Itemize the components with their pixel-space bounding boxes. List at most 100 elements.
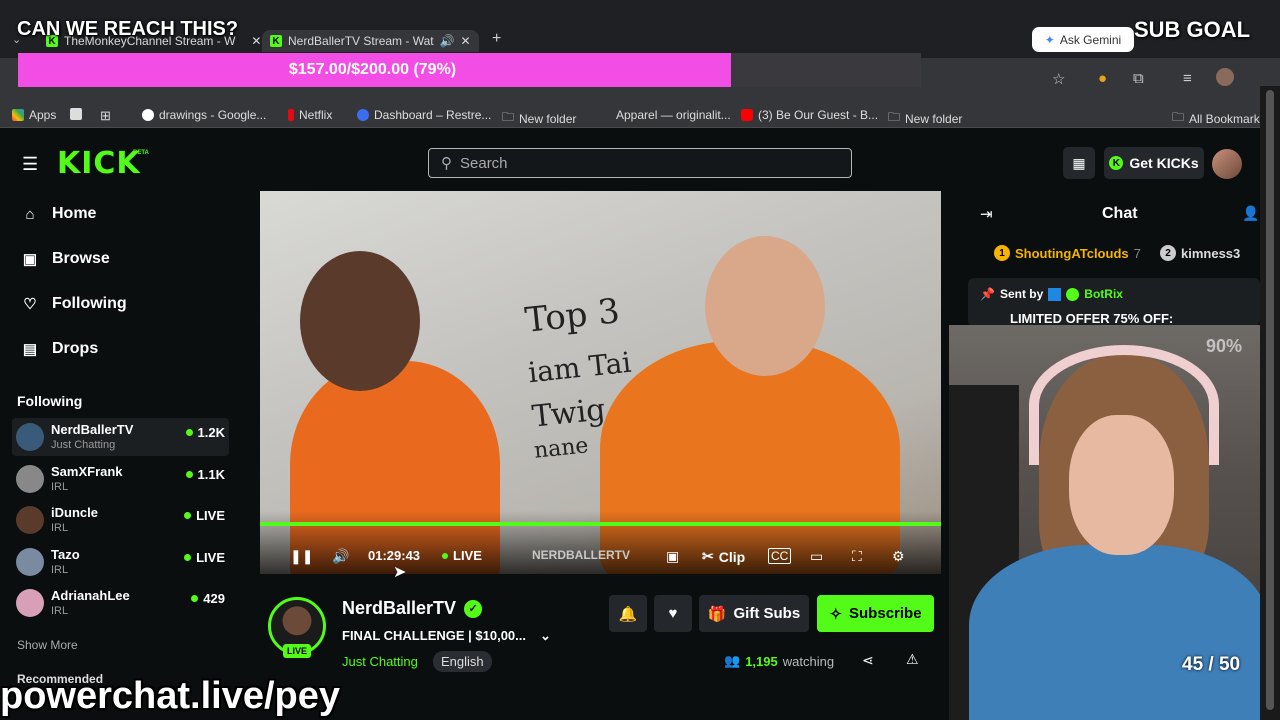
bookmark-apparel[interactable]: Apparel — originalit...: [616, 108, 731, 122]
channel-category: IRL: [51, 564, 69, 576]
viewer-count-value: LIVE: [196, 508, 225, 523]
live-dot-icon: [185, 471, 193, 478]
subscribe-button[interactable]: ✧ Subscribe: [817, 595, 934, 632]
followed-channel-tazo[interactable]: Tazo IRL LIVE: [12, 543, 229, 581]
bookmark-folder-2[interactable]: 🗀 New folder: [888, 108, 962, 129]
extensions-puzzle-icon[interactable]: ⧉: [1133, 70, 1144, 87]
viewer-count: 429: [191, 591, 225, 606]
channel-name: Tazo: [51, 547, 80, 562]
language-tag[interactable]: English: [433, 651, 492, 672]
theater-mode-icon[interactable]: ▣: [666, 548, 679, 565]
gift-subs-button[interactable]: 🎁 Gift Subs: [699, 595, 809, 632]
beta-tag: BETA: [133, 150, 149, 156]
clip-button[interactable]: ✂ Clip: [702, 548, 745, 565]
sidebar-item-drops[interactable]: ▤ Drops: [22, 340, 98, 358]
sidebar-item-browse[interactable]: ▣ Browse: [22, 250, 110, 268]
bookmark-all[interactable]: 🗀 All Bookmarks: [1172, 108, 1266, 129]
ask-gemini-button[interactable]: ✦ Ask Gemini: [1032, 27, 1134, 52]
tab-groups-icon[interactable]: ⊞: [100, 108, 111, 124]
followed-channel-samxfrank[interactable]: SamXFrank IRL 1.1K: [12, 460, 229, 498]
captions-icon[interactable]: CC: [768, 548, 792, 564]
streamer-name[interactable]: NerdBallerTV ✓: [342, 598, 483, 619]
report-warning-icon[interactable]: ⚠: [906, 651, 919, 668]
pause-icon[interactable]: ❚❚: [290, 548, 313, 565]
follow-button[interactable]: ♥: [654, 595, 692, 632]
sender-name: BotRix: [1084, 287, 1123, 301]
video-scrub-bar[interactable]: [260, 522, 941, 526]
settings-gear-icon[interactable]: ⚙: [892, 548, 905, 565]
avatar: [16, 548, 44, 576]
collapse-chat-icon[interactable]: ⇥: [980, 205, 993, 223]
top-gifter-1[interactable]: 1 ShoutingATclouds 7: [994, 245, 1141, 261]
user-avatar[interactable]: [1212, 149, 1242, 179]
layout-button[interactable]: ▦: [1063, 147, 1095, 179]
sidebar-item-following[interactable]: ♡ Following: [22, 295, 126, 313]
live-indicator[interactable]: LIVE: [442, 548, 482, 563]
nav-label: Drops: [52, 340, 99, 357]
profile-avatar[interactable]: [1216, 68, 1234, 86]
person-right-head: [705, 236, 825, 376]
bookmark-label: New folder: [905, 111, 963, 126]
channel-category: IRL: [51, 605, 69, 617]
video-player[interactable]: Top 3 iam Tai Twig nane ❚❚ 🔊 01:29:43 LI…: [260, 191, 941, 574]
viewer-count-value: 1.2K: [197, 425, 225, 440]
close-tab-icon[interactable]: ✕: [461, 34, 471, 48]
media-controls-icon[interactable]: ≡: [1183, 70, 1192, 87]
channel-watermark: NERDBALLERTV: [532, 548, 630, 562]
bookmark-label: drawings - Google...: [159, 108, 267, 122]
category-link[interactable]: Just Chatting: [342, 654, 418, 669]
bookmark-drawings[interactable]: drawings - Google...: [142, 108, 266, 122]
top-gifter-2[interactable]: 2 kimness3: [1160, 245, 1240, 261]
volume-icon[interactable]: 🔊: [332, 548, 349, 565]
page-scrollbar-thumb[interactable]: [1266, 90, 1274, 710]
avatar: [16, 589, 44, 617]
fullscreen-icon[interactable]: ⛶: [852, 548, 862, 565]
bookmark-star-icon[interactable]: ☆: [1052, 70, 1065, 88]
channel-name: NerdBallerTV: [51, 422, 134, 437]
miniplayer-icon[interactable]: ▭: [810, 548, 823, 565]
pinned-message-text: LIMITED OFFER 75% OFF:: [1010, 311, 1174, 326]
share-icon[interactable]: ⋖: [862, 652, 874, 669]
sidebar-item-home[interactable]: ⌂ Home: [22, 205, 96, 223]
notifications-button[interactable]: 🔔: [609, 595, 647, 632]
tab-nerdballertv[interactable]: K NerdBallerTV Stream - Wat 🔊 ✕: [262, 30, 479, 52]
netflix-icon: [288, 109, 294, 121]
apps-grid-icon: [12, 109, 24, 121]
heart-icon: ♡: [23, 296, 37, 313]
chevron-down-icon[interactable]: ⌄: [540, 628, 551, 644]
show-more-link[interactable]: Show More: [17, 638, 78, 652]
live-dot-icon: [442, 552, 448, 559]
sub-count-overlay: 45 / 50: [1182, 654, 1241, 675]
bookmark-label: Apparel — originalit...: [616, 108, 731, 122]
get-kicks-button[interactable]: K Get KICKs: [1104, 147, 1204, 179]
kick-logo[interactable]: KICK: [57, 146, 141, 181]
heart-icon: ♥: [668, 605, 678, 622]
overlay-sub-goal-label: SUB GOAL: [1134, 17, 1251, 42]
bookmark-restream[interactable]: Dashboard – Restre...: [357, 108, 491, 122]
live-dot-icon: [185, 429, 193, 436]
followed-channel-nerdballertv[interactable]: NerdBallerTV Just Chatting 1.2K: [12, 418, 229, 456]
star-icon: ✧: [829, 605, 843, 623]
viewer-count: 1.2K: [185, 425, 225, 440]
tab-label: NerdBallerTV Stream - Wat: [288, 34, 434, 48]
new-tab-icon[interactable]: +: [492, 30, 501, 48]
bookmark-folder-1[interactable]: 🗀 New folder: [502, 108, 576, 129]
pinned-message[interactable]: 📌 Sent by BotRix LIMITED OFFER 75% OFF:: [968, 278, 1260, 326]
followed-channel-adrianahlee[interactable]: AdrianahLee IRL 429: [12, 584, 229, 622]
bookmark-apps[interactable]: Apps: [12, 108, 56, 122]
bookmark-blank[interactable]: [70, 108, 82, 120]
search-input[interactable]: ⚲ Search: [428, 148, 852, 178]
live-dot-icon: [184, 554, 192, 561]
extension-icon[interactable]: ●: [1098, 70, 1107, 87]
rank-badge: 1: [994, 245, 1010, 261]
chat-users-icon[interactable]: 👤: [1242, 205, 1259, 222]
followed-channel-iduncle[interactable]: iDuncle IRL LIVE: [12, 501, 229, 539]
chat-title: Chat: [1102, 205, 1138, 222]
stream-title[interactable]: FINAL CHALLENGE | $10,00... ⌄: [342, 628, 551, 644]
menu-icon[interactable]: ☰: [22, 154, 38, 175]
close-tab-icon[interactable]: ✕: [251, 34, 261, 48]
bookmark-youtube[interactable]: (3) Be Our Guest - B...: [741, 108, 878, 122]
viewer-count-value: 1,195: [745, 653, 778, 669]
speaker-icon[interactable]: 🔊: [440, 34, 455, 48]
bookmark-netflix[interactable]: Netflix: [288, 108, 332, 122]
